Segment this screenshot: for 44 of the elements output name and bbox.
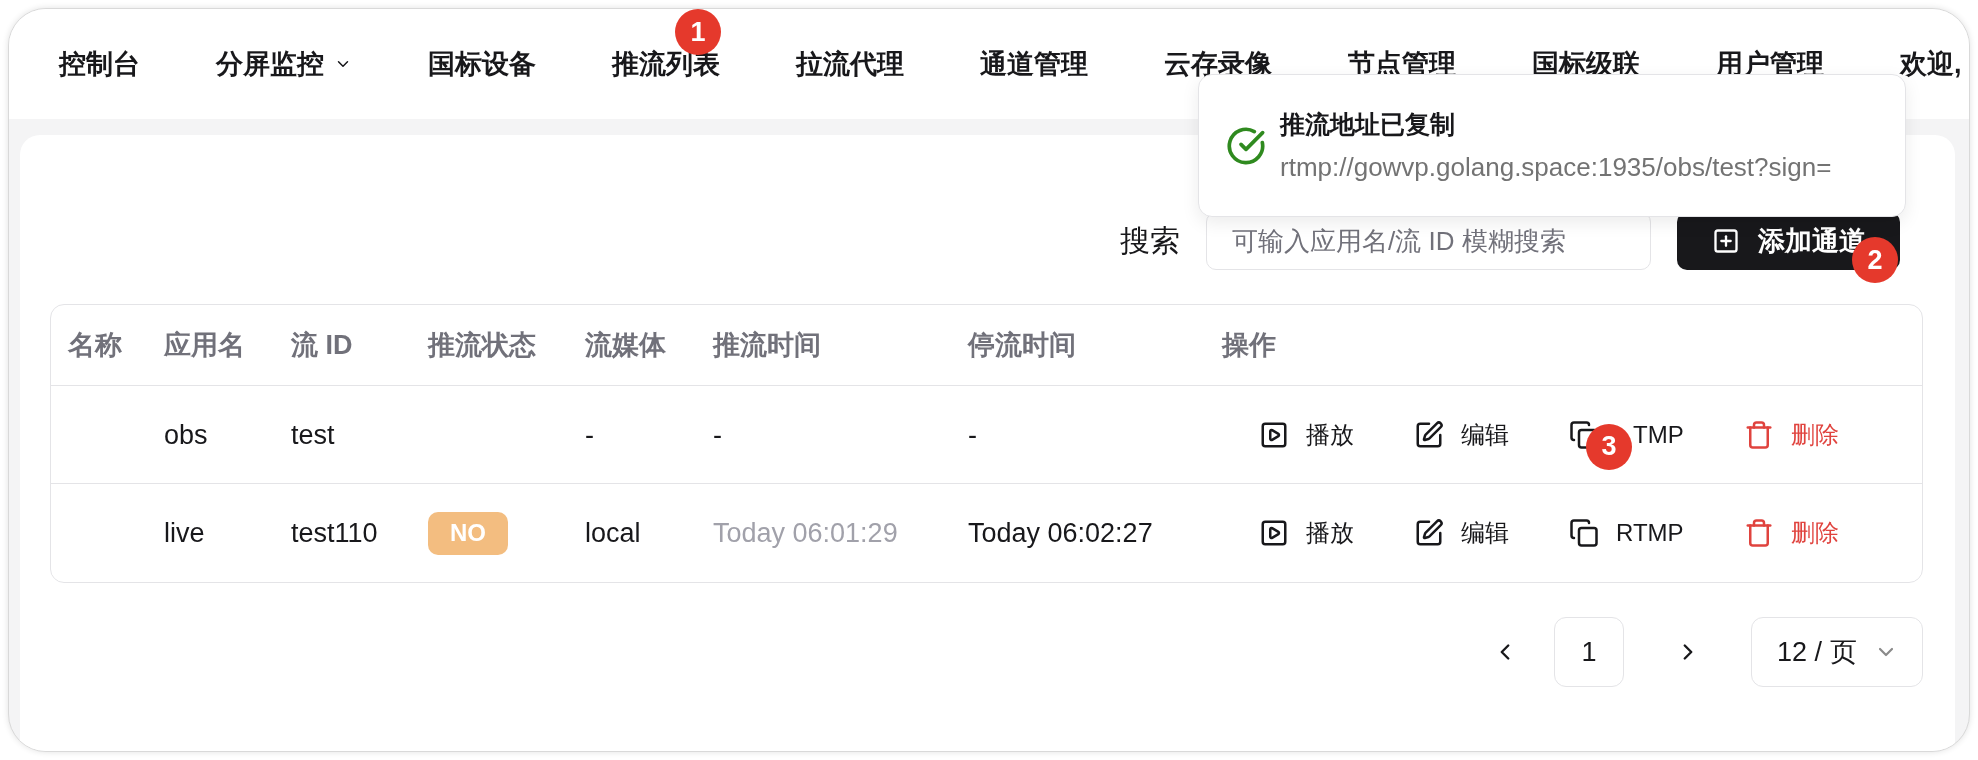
step-marker: 3 (1586, 423, 1632, 470)
column-header: 推流时间 (713, 329, 821, 361)
nav-link[interactable]: 拉流代理 (796, 48, 904, 80)
column-header: 推流状态 (428, 329, 536, 361)
table-cell: live (164, 518, 205, 548)
nav-link[interactable]: 分屏监控 (216, 48, 352, 80)
table-cell: obs (164, 419, 208, 450)
status-badge: NO (428, 511, 508, 555)
table-cell: - (585, 419, 594, 450)
delete-button[interactable]: 删除 (1713, 511, 1869, 555)
table-cell: - (968, 419, 977, 450)
table-cell: local (585, 518, 641, 548)
copy-icon (1569, 518, 1599, 548)
pencil-square-icon (1414, 419, 1444, 450)
success-check-icon (1226, 125, 1266, 166)
table-cell: Today 06:01:29 (713, 518, 898, 548)
column-header: 应用名 (164, 329, 245, 361)
pencil-square-icon (1414, 518, 1444, 548)
copy-button[interactable]: RTMP (1539, 511, 1714, 555)
nav-link[interactable]: 通道管理 (980, 48, 1088, 80)
table-cell: test110 (291, 518, 378, 548)
table-cell: test (291, 419, 335, 450)
page-number-button[interactable]: 1 (1554, 617, 1624, 687)
table-cell: - (713, 419, 722, 450)
column-header: 操作 (1222, 329, 1276, 361)
column-header: 流 ID (291, 329, 353, 361)
edit-button[interactable]: 编辑 (1384, 511, 1539, 555)
nav-link[interactable]: 国标设备 (428, 48, 536, 80)
plus-square-icon (1711, 227, 1740, 255)
column-header: 流媒体 (585, 329, 666, 361)
toast-title: 推流地址已复制 (1280, 108, 1456, 140)
edit-button[interactable]: 编辑 (1384, 412, 1539, 457)
column-header: 名称 (68, 329, 122, 361)
nav-link[interactable]: 欢迎, (1900, 48, 1962, 80)
column-header: 停流时间 (968, 329, 1076, 361)
toast-message: rtmp://gowvp.golang.space:1935/obs/test?sign= (1280, 150, 1832, 184)
delete-button[interactable]: 删除 (1713, 412, 1869, 457)
page-size-select[interactable]: 12 / 页 (1751, 617, 1923, 687)
search-label: 搜索 (1120, 223, 1180, 259)
play-icon (1259, 518, 1289, 548)
nav-link[interactable]: 控制台 (59, 48, 140, 80)
play-button[interactable]: 播放 (1229, 511, 1384, 555)
play-button[interactable]: 播放 (1229, 412, 1384, 457)
table-cell: Today 06:02:27 (968, 518, 1153, 548)
